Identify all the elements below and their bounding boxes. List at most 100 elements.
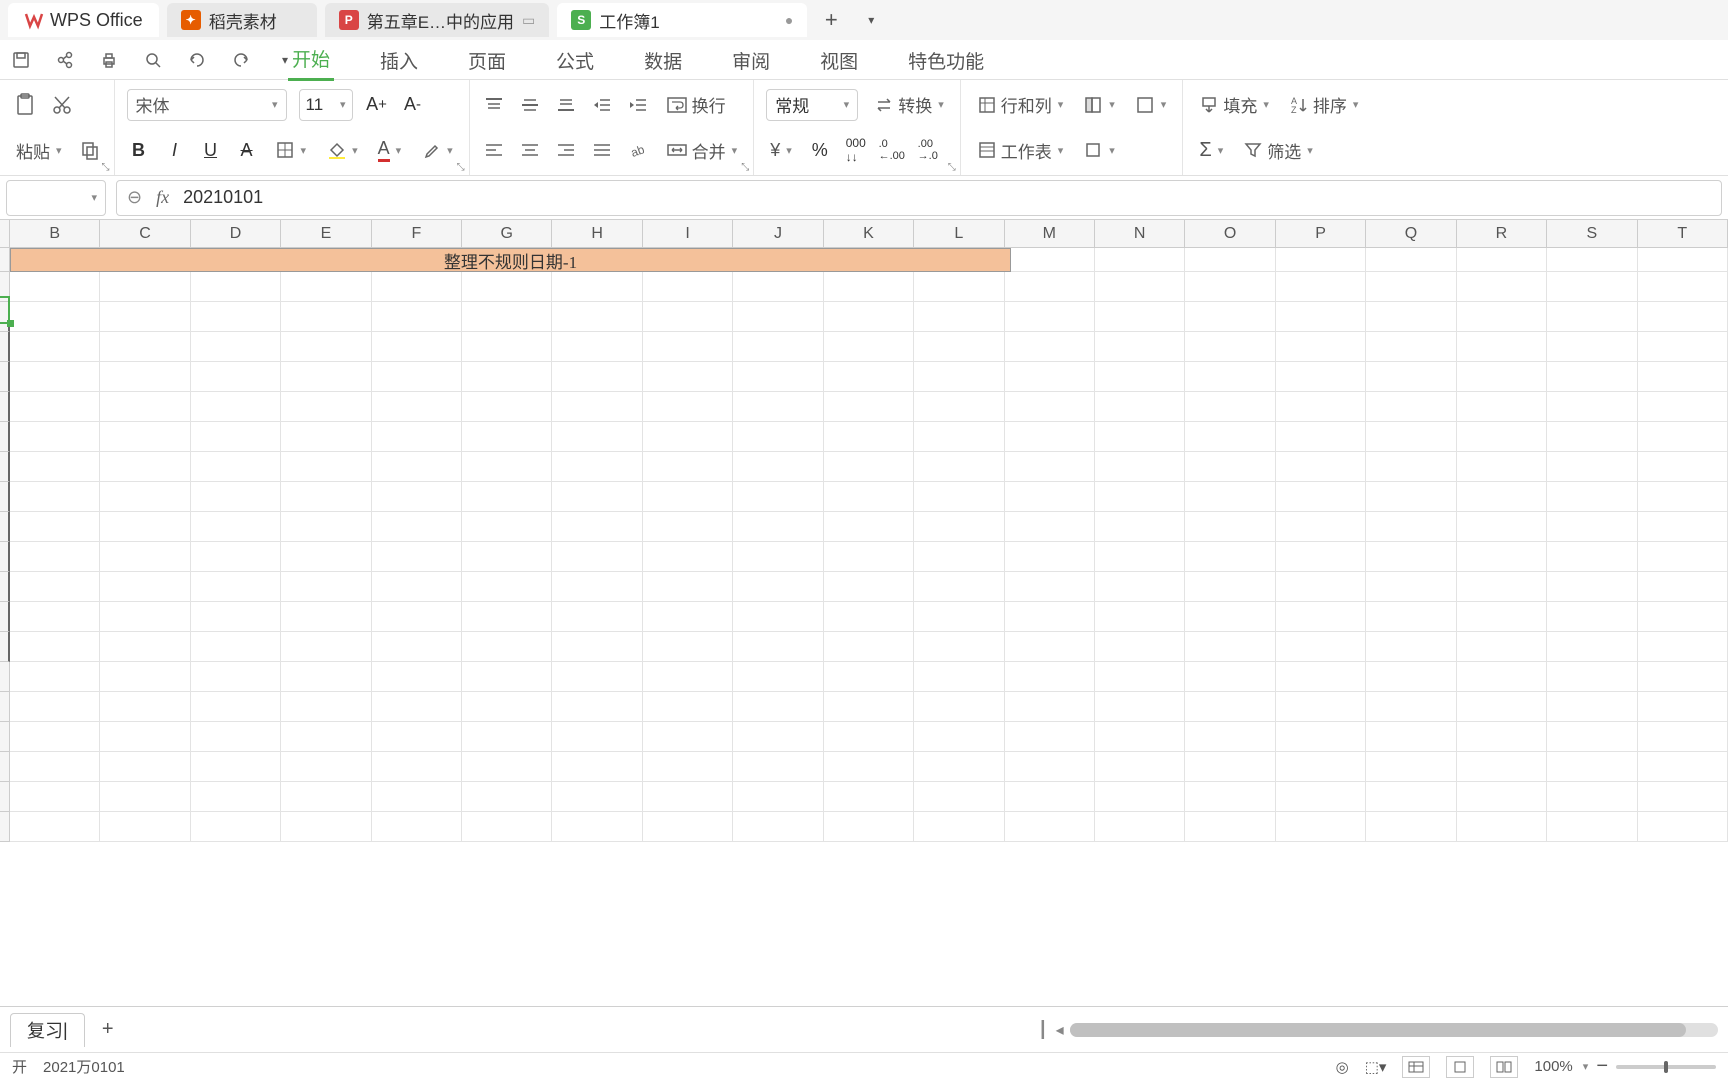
cell[interactable] (281, 662, 371, 692)
cell[interactable] (1638, 392, 1728, 422)
cell[interactable] (1457, 392, 1547, 422)
cell[interactable] (281, 452, 371, 482)
cell[interactable] (1005, 302, 1095, 332)
cell[interactable] (1095, 602, 1185, 632)
cell[interactable] (914, 722, 1004, 752)
col-header[interactable]: K (824, 220, 914, 247)
col-header[interactable]: Q (1366, 220, 1456, 247)
row-header[interactable] (0, 692, 10, 722)
cell[interactable] (824, 512, 914, 542)
cell[interactable] (1547, 302, 1637, 332)
cell[interactable] (281, 542, 371, 572)
cell[interactable] (733, 482, 823, 512)
cell[interactable] (1095, 452, 1185, 482)
cell[interactable] (10, 512, 100, 542)
cell[interactable] (462, 362, 552, 392)
cell[interactable] (914, 602, 1004, 632)
worksheet-dropdown[interactable]: 工作表▾ (973, 136, 1068, 165)
cell[interactable] (1095, 302, 1185, 332)
row-header[interactable] (0, 662, 10, 692)
sort-dropdown[interactable]: AZ排序▾ (1285, 90, 1363, 119)
cell[interactable] (733, 692, 823, 722)
cell[interactable] (100, 812, 190, 842)
underline-icon[interactable]: U (199, 138, 223, 162)
col-header[interactable]: F (372, 220, 462, 247)
cell[interactable] (462, 722, 552, 752)
cell[interactable] (552, 302, 642, 332)
cell[interactable] (191, 752, 281, 782)
strikethrough-icon[interactable]: A (235, 138, 259, 162)
doc-tab-3[interactable]: S 工作簿1 ● (557, 3, 807, 37)
cell[interactable] (733, 812, 823, 842)
cell[interactable] (824, 692, 914, 722)
cell[interactable] (643, 602, 733, 632)
cell[interactable] (1366, 812, 1456, 842)
cell[interactable] (643, 512, 733, 542)
cell[interactable] (824, 722, 914, 752)
cell[interactable] (643, 422, 733, 452)
cell[interactable] (733, 632, 823, 662)
cell[interactable] (10, 662, 100, 692)
cell[interactable] (552, 722, 642, 752)
cell[interactable] (1185, 248, 1275, 272)
cell[interactable] (733, 302, 823, 332)
align-right-icon[interactable] (554, 138, 578, 162)
cell[interactable] (1366, 722, 1456, 752)
col-header[interactable]: E (281, 220, 371, 247)
cell[interactable] (372, 302, 462, 332)
cell[interactable] (1185, 362, 1275, 392)
cell[interactable] (1005, 812, 1095, 842)
cell[interactable] (1366, 692, 1456, 722)
cell[interactable] (733, 752, 823, 782)
cell[interactable] (191, 512, 281, 542)
cell[interactable] (1457, 812, 1547, 842)
zoom-out-button[interactable]: − (1596, 1055, 1608, 1078)
cell[interactable] (281, 482, 371, 512)
cell[interactable] (1276, 452, 1366, 482)
cell[interactable] (1005, 422, 1095, 452)
cell[interactable] (733, 512, 823, 542)
decrease-indent-icon[interactable] (590, 93, 614, 117)
view-page-icon[interactable] (1446, 1056, 1474, 1078)
currency-dropdown[interactable]: ¥▾ (766, 138, 796, 163)
cell[interactable] (1095, 572, 1185, 602)
decrease-font-icon[interactable]: A- (401, 93, 425, 117)
cell[interactable] (552, 752, 642, 782)
cell[interactable] (1366, 362, 1456, 392)
row-header[interactable] (0, 482, 10, 512)
cell[interactable] (191, 422, 281, 452)
cell[interactable] (1185, 812, 1275, 842)
cell[interactable] (1276, 662, 1366, 692)
cell[interactable] (10, 302, 100, 332)
cell[interactable] (372, 752, 462, 782)
cell[interactable] (914, 752, 1004, 782)
cell[interactable] (191, 812, 281, 842)
cell[interactable] (1366, 248, 1456, 272)
cell[interactable] (100, 332, 190, 362)
clipboard-expand-icon[interactable]: ⤡ (102, 162, 110, 173)
cell[interactable] (1638, 602, 1728, 632)
number-expand-icon[interactable]: ⤡ (948, 162, 956, 173)
cell[interactable] (552, 272, 642, 302)
cell[interactable] (1457, 692, 1547, 722)
cell[interactable] (914, 392, 1004, 422)
cell[interactable] (1366, 572, 1456, 602)
cell[interactable] (552, 542, 642, 572)
col-header[interactable]: M (1005, 220, 1095, 247)
menu-review[interactable]: 审阅 (728, 41, 774, 80)
font-expand-icon[interactable]: ⤡ (457, 162, 465, 173)
increase-indent-icon[interactable] (626, 93, 650, 117)
cell[interactable] (372, 722, 462, 752)
cell[interactable] (462, 572, 552, 602)
col-header[interactable]: P (1276, 220, 1366, 247)
cell[interactable] (552, 812, 642, 842)
cell[interactable] (1005, 392, 1095, 422)
cell[interactable] (643, 542, 733, 572)
col-header[interactable]: S (1547, 220, 1637, 247)
format-dropdown[interactable]: ▾ (1079, 138, 1119, 162)
cell[interactable] (281, 392, 371, 422)
menu-insert[interactable]: 插入 (376, 41, 422, 80)
cell[interactable] (1005, 602, 1095, 632)
cell[interactable] (372, 452, 462, 482)
cell[interactable] (1095, 752, 1185, 782)
